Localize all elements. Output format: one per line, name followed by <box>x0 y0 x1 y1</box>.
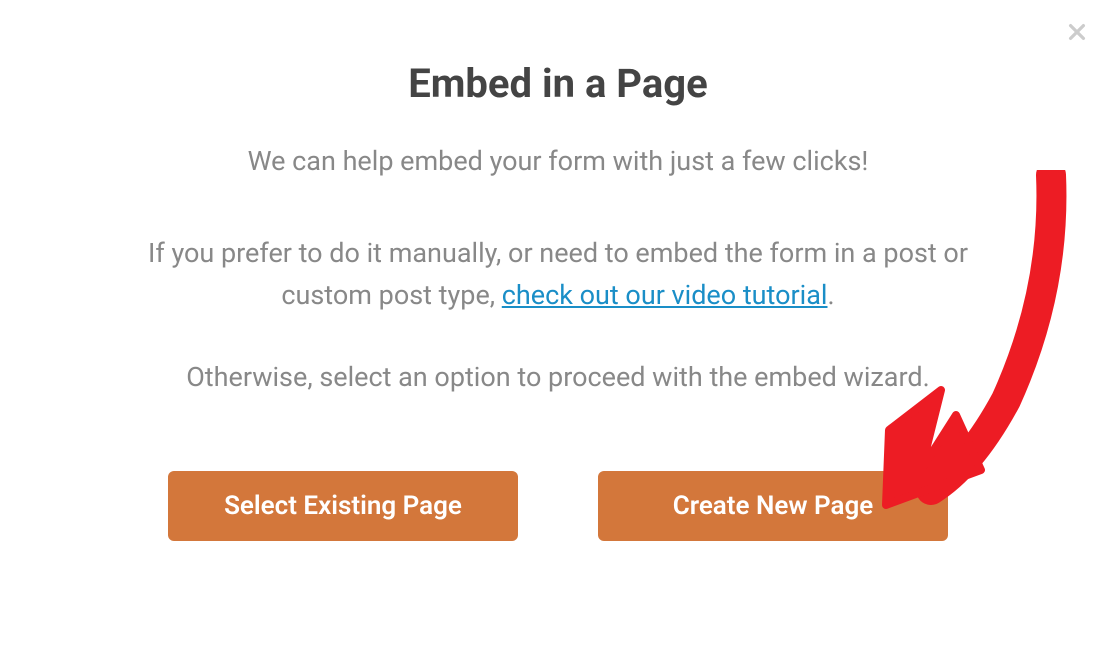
modal-paragraph-wizard: Otherwise, select an option to proceed w… <box>118 357 998 399</box>
video-tutorial-link[interactable]: check out our video tutorial <box>502 279 828 311</box>
embed-modal: Embed in a Page We can help embed your f… <box>0 0 1116 663</box>
paragraph-text-end: . <box>828 279 835 311</box>
modal-title: Embed in a Page <box>0 60 1116 107</box>
create-new-page-button[interactable]: Create New Page <box>598 471 948 541</box>
close-button[interactable] <box>1062 18 1092 48</box>
modal-paragraph-manual: If you prefer to do it manually, or need… <box>98 233 1018 317</box>
button-row: Select Existing Page Create New Page <box>0 471 1116 541</box>
close-icon <box>1066 21 1088 46</box>
modal-subtitle: We can help embed your form with just a … <box>0 145 1116 177</box>
select-existing-page-button[interactable]: Select Existing Page <box>168 471 518 541</box>
